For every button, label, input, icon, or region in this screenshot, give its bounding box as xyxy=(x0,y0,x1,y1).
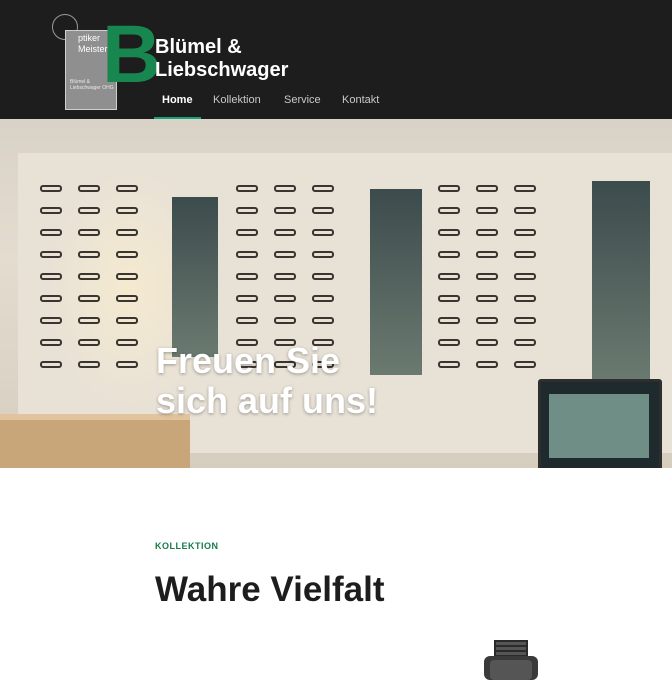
glasses-icon xyxy=(514,251,536,258)
hero-mirror xyxy=(172,197,218,357)
hero-monitor xyxy=(538,379,662,468)
hero-banner: Freuen Sie sich auf uns! xyxy=(0,119,672,468)
site-header: ptiker Meister Blümel & Liebschwager OHG… xyxy=(0,0,672,120)
glasses-icon xyxy=(274,229,296,236)
glasses-icon xyxy=(40,207,62,214)
glasses-icon xyxy=(236,295,258,302)
glasses-icon xyxy=(312,295,334,302)
nav-item-service[interactable]: Service xyxy=(284,94,321,106)
glasses-icon xyxy=(40,185,62,192)
glasses-icon xyxy=(438,207,460,214)
glasses-icon xyxy=(236,185,258,192)
glasses-icon xyxy=(40,295,62,302)
brand-name[interactable]: Blümel & Liebschwager xyxy=(155,36,288,82)
glasses-icon xyxy=(116,273,138,280)
glasses-icon xyxy=(116,207,138,214)
glasses-icon xyxy=(78,207,100,214)
glasses-icon xyxy=(236,317,258,324)
glasses-icon xyxy=(514,317,536,324)
brand-line1: Blümel & xyxy=(155,36,242,58)
logo-line1: ptiker xyxy=(78,33,101,43)
hero-title-line1: Freuen Sie xyxy=(156,340,341,381)
glasses-icon xyxy=(40,339,62,346)
hero-counter xyxy=(0,414,190,468)
glasses-icon xyxy=(514,295,536,302)
glasses-icon xyxy=(78,339,100,346)
glasses-icon xyxy=(236,207,258,214)
glasses-icon xyxy=(78,361,100,368)
nav-item-kollektion[interactable]: Kollektion xyxy=(213,94,261,106)
glasses-icon xyxy=(438,317,460,324)
nav-item-home[interactable]: Home xyxy=(162,94,193,106)
glasses-icon xyxy=(476,273,498,280)
hero-monitor-screen xyxy=(549,394,649,458)
glasses-icon xyxy=(116,317,138,324)
glasses-icon xyxy=(116,251,138,258)
glasses-icon xyxy=(116,295,138,302)
hero-title: Freuen Sie sich auf uns! xyxy=(156,341,378,421)
glasses-icon xyxy=(438,229,460,236)
glasses-icon xyxy=(438,251,460,258)
glasses-icon xyxy=(514,273,536,280)
glasses-icon xyxy=(274,185,296,192)
nav-item-kontakt[interactable]: Kontakt xyxy=(342,94,379,106)
glasses-icon xyxy=(438,295,460,302)
glasses-icon xyxy=(312,185,334,192)
hero-mirror xyxy=(592,181,650,381)
glasses-icon xyxy=(514,207,536,214)
glasses-icon xyxy=(514,361,536,368)
glasses-icon xyxy=(40,361,62,368)
glasses-icon xyxy=(274,251,296,258)
glasses-icon xyxy=(274,207,296,214)
glasses-icon xyxy=(40,251,62,258)
glasses-icon xyxy=(438,361,460,368)
glasses-icon xyxy=(514,229,536,236)
glasses-icon xyxy=(312,229,334,236)
glasses-icon xyxy=(274,295,296,302)
glasses-icon xyxy=(116,185,138,192)
logo[interactable]: ptiker Meister Blümel & Liebschwager OHG… xyxy=(52,14,161,110)
glasses-icon xyxy=(40,317,62,324)
glasses-icon xyxy=(476,251,498,258)
section-eyebrow: KOLLEKTION xyxy=(155,541,219,551)
glasses-icon xyxy=(312,207,334,214)
glasses-icon xyxy=(312,317,334,324)
glasses-icon xyxy=(476,185,498,192)
brand-line2: Liebschwager xyxy=(155,59,289,81)
glasses-icon xyxy=(514,339,536,346)
glasses-icon xyxy=(78,317,100,324)
glasses-icon xyxy=(476,317,498,324)
glasses-icon xyxy=(476,361,498,368)
section-heading: Wahre Vielfalt xyxy=(155,570,385,609)
glasses-icon xyxy=(312,273,334,280)
glasses-icon xyxy=(78,229,100,236)
glasses-icon xyxy=(476,339,498,346)
glasses-icon xyxy=(78,273,100,280)
glasses-icon xyxy=(236,251,258,258)
glasses-icon xyxy=(274,273,296,280)
glasses-icon xyxy=(476,229,498,236)
glasses-icon xyxy=(78,185,100,192)
hero-title-line2: sich auf uns! xyxy=(156,380,379,421)
glasses-icon xyxy=(438,185,460,192)
glasses-icon xyxy=(116,339,138,346)
glasses-icon xyxy=(274,317,296,324)
glasses-icon xyxy=(236,273,258,280)
glasses-icon xyxy=(312,251,334,258)
glasses-icon xyxy=(40,229,62,236)
glasses-icon xyxy=(438,339,460,346)
glasses-icon xyxy=(40,273,62,280)
glasses-icon xyxy=(116,229,138,236)
logo-letter: B xyxy=(102,9,162,100)
glasses-icon xyxy=(236,229,258,236)
glasses-icon xyxy=(438,273,460,280)
glasses-icon xyxy=(78,295,100,302)
watch-image xyxy=(484,640,538,680)
glasses-icon xyxy=(476,295,498,302)
glasses-icon xyxy=(476,207,498,214)
glasses-icon xyxy=(514,185,536,192)
glasses-icon xyxy=(78,251,100,258)
glasses-icon xyxy=(116,361,138,368)
